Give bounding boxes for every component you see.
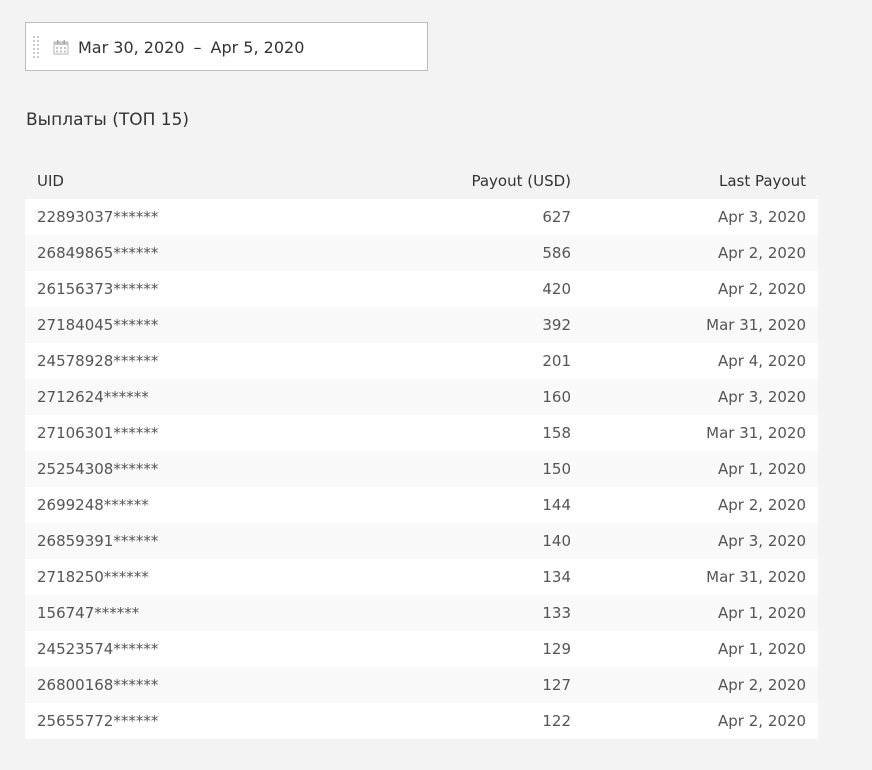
table-row: 25254308****** 150 Apr 1, 2020	[25, 451, 818, 487]
uid-cell: 24523574******	[37, 640, 159, 658]
table-row: 156747****** 133 Apr 1, 2020	[25, 595, 818, 631]
date-range-separator: –	[193, 38, 202, 57]
last-payout-cell: Apr 1, 2020	[718, 604, 806, 622]
last-payout-cell: Apr 3, 2020	[718, 208, 806, 226]
uid-cell: 2712624******	[37, 388, 149, 406]
payout-cell: 158	[542, 424, 571, 442]
last-payout-cell: Apr 2, 2020	[718, 244, 806, 262]
uid-cell: 2718250******	[37, 568, 149, 586]
last-payout-cell: Apr 2, 2020	[718, 676, 806, 694]
table-row: 22893037****** 627 Apr 3, 2020	[25, 199, 818, 235]
payout-cell: 160	[542, 388, 571, 406]
last-payout-cell: Mar 31, 2020	[706, 424, 806, 442]
table-row: 25655772****** 122 Apr 2, 2020	[25, 703, 818, 739]
date-range-picker[interactable]: Mar 30, 2020– Apr 5, 2020	[25, 22, 428, 71]
payout-cell: 627	[542, 208, 571, 226]
payout-cell: 144	[542, 496, 571, 514]
column-header-payout[interactable]: Payout (USD)	[349, 163, 583, 199]
table-row: 2718250****** 134 Mar 31, 2020	[25, 559, 818, 595]
payout-cell: 420	[542, 280, 571, 298]
last-payout-cell: Mar 31, 2020	[706, 568, 806, 586]
uid-cell: 22893037******	[37, 208, 159, 226]
payout-cell: 140	[542, 532, 571, 550]
last-payout-cell: Apr 2, 2020	[718, 280, 806, 298]
last-payout-cell: Apr 3, 2020	[718, 388, 806, 406]
table-header-row: UID Payout (USD) Last Payout	[25, 163, 818, 199]
uid-cell: 156747******	[37, 604, 140, 622]
uid-cell: 24578928******	[37, 352, 159, 370]
payouts-table: UID Payout (USD) Last Payout 22893037***…	[25, 163, 818, 739]
payout-cell: 129	[542, 640, 571, 658]
payout-cell: 150	[542, 460, 571, 478]
uid-cell: 25655772******	[37, 712, 159, 730]
uid-cell: 2699248******	[37, 496, 149, 514]
payout-cell: 133	[542, 604, 571, 622]
date-range-text: Mar 30, 2020– Apr 5, 2020	[78, 23, 304, 72]
table-row: 26859391****** 140 Apr 3, 2020	[25, 523, 818, 559]
last-payout-cell: Apr 2, 2020	[718, 712, 806, 730]
table-row: 24578928****** 201 Apr 4, 2020	[25, 343, 818, 379]
table-row: 27106301****** 158 Mar 31, 2020	[25, 415, 818, 451]
payout-cell: 586	[542, 244, 571, 262]
last-payout-cell: Apr 1, 2020	[718, 460, 806, 478]
column-header-uid[interactable]: UID	[25, 163, 349, 199]
payout-cell: 134	[542, 568, 571, 586]
uid-cell: 26859391******	[37, 532, 159, 550]
uid-cell: 27106301******	[37, 424, 159, 442]
last-payout-cell: Apr 3, 2020	[718, 532, 806, 550]
uid-cell: 26156373******	[37, 280, 159, 298]
uid-cell: 27184045******	[37, 316, 159, 334]
section-title: Выплаты (ТОП 15)	[26, 110, 190, 130]
last-payout-cell: Apr 4, 2020	[718, 352, 806, 370]
column-header-last-payout[interactable]: Last Payout	[583, 163, 818, 199]
drag-handle-icon[interactable]	[32, 35, 40, 59]
last-payout-cell: Apr 2, 2020	[718, 496, 806, 514]
table-row: 24523574****** 129 Apr 1, 2020	[25, 631, 818, 667]
uid-cell: 26800168******	[37, 676, 159, 694]
uid-cell: 26849865******	[37, 244, 159, 262]
payout-cell: 122	[542, 712, 571, 730]
table-row: 2712624****** 160 Apr 3, 2020	[25, 379, 818, 415]
calendar-icon	[53, 40, 69, 55]
date-range-end: Apr 5, 2020	[210, 38, 305, 57]
table-row: 26156373****** 420 Apr 2, 2020	[25, 271, 818, 307]
payout-cell: 201	[542, 352, 571, 370]
table-row: 26849865****** 586 Apr 2, 2020	[25, 235, 818, 271]
date-range-start: Mar 30, 2020	[78, 38, 185, 57]
table-row: 27184045****** 392 Mar 31, 2020	[25, 307, 818, 343]
table-row: 2699248****** 144 Apr 2, 2020	[25, 487, 818, 523]
last-payout-cell: Mar 31, 2020	[706, 316, 806, 334]
uid-cell: 25254308******	[37, 460, 159, 478]
payout-cell: 127	[542, 676, 571, 694]
table-row: 26800168****** 127 Apr 2, 2020	[25, 667, 818, 703]
last-payout-cell: Apr 1, 2020	[718, 640, 806, 658]
payout-cell: 392	[542, 316, 571, 334]
